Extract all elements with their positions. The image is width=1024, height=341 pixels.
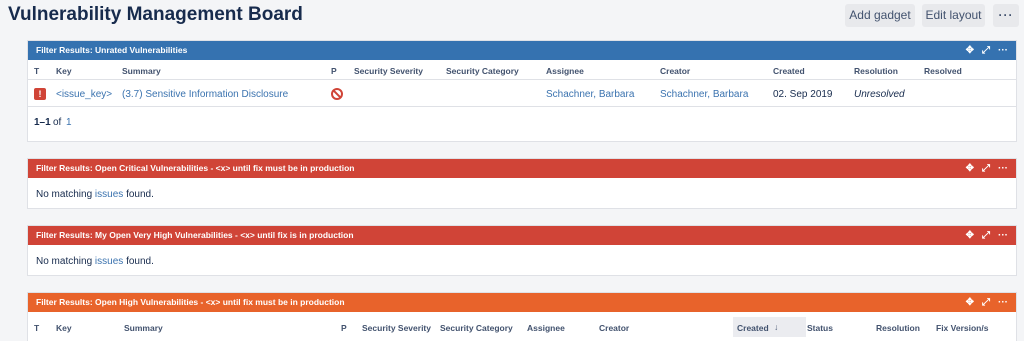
resolution-value: Unresolved bbox=[854, 89, 905, 100]
col-assignee[interactable]: Assignee bbox=[546, 66, 584, 76]
gadget-header: Filter Results: My Open Very High Vulner… bbox=[28, 226, 1016, 245]
empty-suffix: found. bbox=[126, 189, 154, 200]
table-header: T Key Summary P Security Severity Securi… bbox=[28, 60, 1016, 80]
col-summary[interactable]: Summary bbox=[124, 323, 163, 333]
col-type[interactable]: T bbox=[34, 66, 39, 76]
expand-icon[interactable]: ⤢ bbox=[982, 41, 990, 60]
col-priority[interactable]: P bbox=[331, 66, 337, 76]
move-icon[interactable]: ✥ bbox=[966, 159, 974, 178]
gadget-unrated-vulnerabilities: Filter Results: Unrated Vulnerabilities … bbox=[27, 40, 1017, 142]
gadget-header: Filter Results: Open High Vulnerabilitie… bbox=[28, 293, 1016, 312]
pagination-of: of bbox=[53, 117, 62, 128]
col-summary[interactable]: Summary bbox=[122, 66, 161, 76]
expand-icon[interactable]: ⤢ bbox=[982, 159, 990, 178]
more-options-button[interactable]: ··· bbox=[993, 4, 1019, 27]
empty-suffix: found. bbox=[126, 256, 154, 267]
pagination-total-link[interactable]: 1 bbox=[66, 117, 72, 128]
sort-descending-icon[interactable]: ↓ bbox=[774, 322, 778, 332]
col-fix-versions[interactable]: Fix Version/s bbox=[936, 323, 988, 333]
expand-icon[interactable]: ⤢ bbox=[982, 226, 990, 245]
col-creator[interactable]: Creator bbox=[660, 66, 690, 76]
col-creator[interactable]: Creator bbox=[599, 323, 629, 333]
move-icon[interactable]: ✥ bbox=[966, 226, 974, 245]
expand-icon[interactable]: ⤢ bbox=[982, 293, 990, 312]
more-icon[interactable]: ··· bbox=[998, 293, 1008, 312]
col-status[interactable]: Status bbox=[807, 323, 833, 333]
empty-prefix: No matching bbox=[36, 256, 93, 267]
pagination-range: 1–1 bbox=[34, 117, 51, 128]
gadget-title: Filter Results: Open Critical Vulnerabil… bbox=[36, 163, 355, 173]
col-resolved[interactable]: Resolved bbox=[924, 66, 962, 76]
issues-link[interactable]: issues bbox=[95, 189, 123, 200]
col-created[interactable]: Created bbox=[773, 66, 805, 76]
move-icon[interactable]: ✥ bbox=[966, 293, 974, 312]
col-assignee[interactable]: Assignee bbox=[527, 323, 565, 333]
col-resolution[interactable]: Resolution bbox=[876, 323, 920, 333]
assignee-link[interactable]: Schachner, Barbara bbox=[546, 89, 634, 100]
more-icon[interactable]: ··· bbox=[998, 226, 1008, 245]
col-created[interactable]: Created bbox=[737, 323, 769, 333]
col-priority[interactable]: P bbox=[341, 323, 347, 333]
dashboard-header: Vulnerability Management Board Add gadge… bbox=[0, 0, 1024, 34]
issue-key-link[interactable]: <issue_key> bbox=[56, 89, 112, 100]
col-type[interactable]: T bbox=[34, 323, 39, 333]
col-key[interactable]: Key bbox=[56, 66, 72, 76]
col-key[interactable]: Key bbox=[56, 323, 72, 333]
table-row[interactable]: ! <issue_key> (3.7) Sensitive Informatio… bbox=[28, 80, 1016, 107]
issue-summary-link[interactable]: (3.7) Sensitive Information Disclosure bbox=[122, 89, 288, 100]
more-icon[interactable]: ··· bbox=[998, 41, 1008, 60]
col-resolution[interactable]: Resolution bbox=[854, 66, 898, 76]
created-value: 02. Sep 2019 bbox=[773, 89, 833, 100]
creator-link[interactable]: Schachner, Barbara bbox=[660, 89, 748, 100]
gadget-title: Filter Results: Open High Vulnerabilitie… bbox=[36, 297, 345, 307]
empty-message: No matching issues found. bbox=[28, 178, 1016, 208]
gadget-header: Filter Results: Unrated Vulnerabilities … bbox=[28, 41, 1016, 60]
gadget-title: Filter Results: My Open Very High Vulner… bbox=[36, 230, 354, 240]
edit-layout-button[interactable]: Edit layout bbox=[922, 4, 985, 27]
issues-link[interactable]: issues bbox=[95, 256, 123, 267]
table-header: T Key Summary P Security Severity Securi… bbox=[28, 312, 1016, 341]
gadget-header: Filter Results: Open Critical Vulnerabil… bbox=[28, 159, 1016, 178]
empty-message: No matching issues found. bbox=[28, 245, 1016, 275]
col-security-severity[interactable]: Security Severity bbox=[354, 66, 423, 76]
vulnerability-type-icon: ! bbox=[34, 88, 46, 100]
col-security-category[interactable]: Security Category bbox=[440, 323, 513, 333]
blocker-icon bbox=[331, 88, 343, 100]
empty-prefix: No matching bbox=[36, 189, 93, 200]
gadget-open-high-vulnerabilities: Filter Results: Open High Vulnerabilitie… bbox=[27, 292, 1017, 341]
add-gadget-button[interactable]: Add gadget bbox=[845, 4, 915, 27]
gadget-open-critical-vulnerabilities: Filter Results: Open Critical Vulnerabil… bbox=[27, 158, 1017, 209]
pagination: 1–1 of 1 bbox=[28, 107, 1016, 133]
page-title: Vulnerability Management Board bbox=[8, 4, 303, 25]
col-security-category[interactable]: Security Category bbox=[446, 66, 519, 76]
more-icon[interactable]: ··· bbox=[998, 159, 1008, 178]
col-security-severity[interactable]: Security Severity bbox=[362, 323, 431, 333]
gadget-title: Filter Results: Unrated Vulnerabilities bbox=[36, 45, 188, 55]
move-icon[interactable]: ✥ bbox=[966, 41, 974, 60]
gadget-my-open-very-high-vulnerabilities: Filter Results: My Open Very High Vulner… bbox=[27, 225, 1017, 276]
